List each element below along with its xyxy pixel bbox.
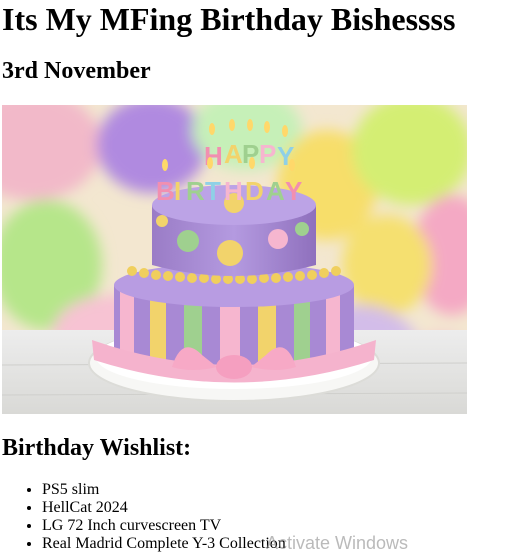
candle-letter: H <box>204 141 223 171</box>
candle-letter: P <box>259 139 276 169</box>
list-item: HellCat 2024 <box>42 499 286 517</box>
candle-letter: R <box>186 176 205 206</box>
birthday-cake-photo: H A P P Y B I R T H D A Y <box>2 105 467 414</box>
birthday-date: 3rd November <box>2 58 151 84</box>
candle-letter: I <box>174 176 181 206</box>
candle-letter: D <box>245 176 264 206</box>
candle-letter: T <box>205 176 221 206</box>
candle-letter: A <box>266 176 285 206</box>
candle-letter: B <box>156 176 175 206</box>
wishlist-heading: Birthday Wishlist: <box>2 435 192 461</box>
list-item: Real Madrid Complete Y-3 Collection <box>42 535 286 553</box>
candle-letter: A <box>224 139 243 169</box>
page-title: Its My MFing Birthday Bishessss <box>2 1 456 37</box>
list-item: PS5 slim <box>42 481 286 499</box>
candle-letter: H <box>224 176 243 206</box>
activate-windows-watermark: Activate Windows <box>266 533 409 553</box>
wishlist: PS5 slim HellCat 2024 LG 72 Inch curvesc… <box>0 481 286 553</box>
candle-letter: Y <box>285 176 302 206</box>
list-item: LG 72 Inch curvescreen TV <box>42 517 286 535</box>
